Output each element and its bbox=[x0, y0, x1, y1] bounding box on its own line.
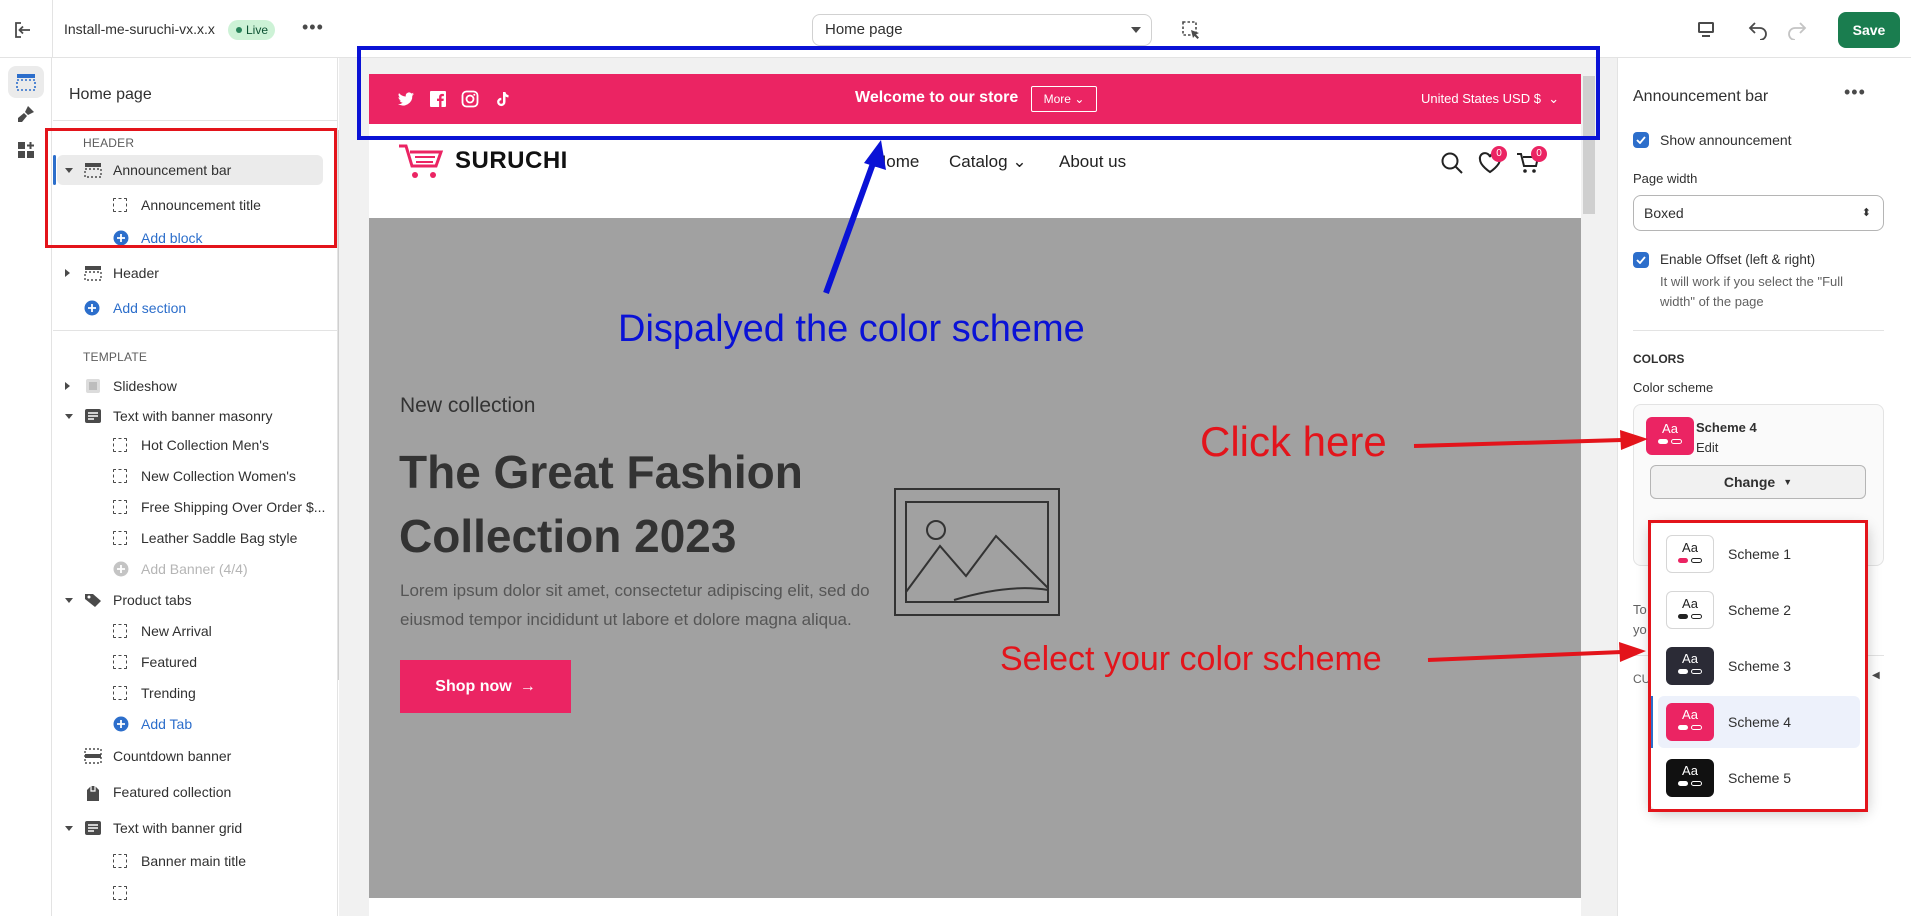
red-arrow-select bbox=[1427, 650, 1623, 662]
annotation-select: Select your color scheme bbox=[1000, 640, 1382, 678]
theme-editor: Install-me-suruchi-vx.x.x Live ••• Home … bbox=[0, 0, 1911, 916]
annotation-arrows bbox=[823, 140, 1648, 662]
blue-arrow bbox=[823, 156, 878, 295]
red-arrowhead-select bbox=[1619, 642, 1646, 662]
annotation-click-here: Click here bbox=[1200, 418, 1387, 465]
blue-arrowhead bbox=[864, 140, 886, 170]
red-arrow-click bbox=[1413, 438, 1623, 448]
annotation-displayed: Dispalyed the color scheme bbox=[618, 308, 1085, 350]
red-arrowhead-click bbox=[1620, 430, 1648, 450]
